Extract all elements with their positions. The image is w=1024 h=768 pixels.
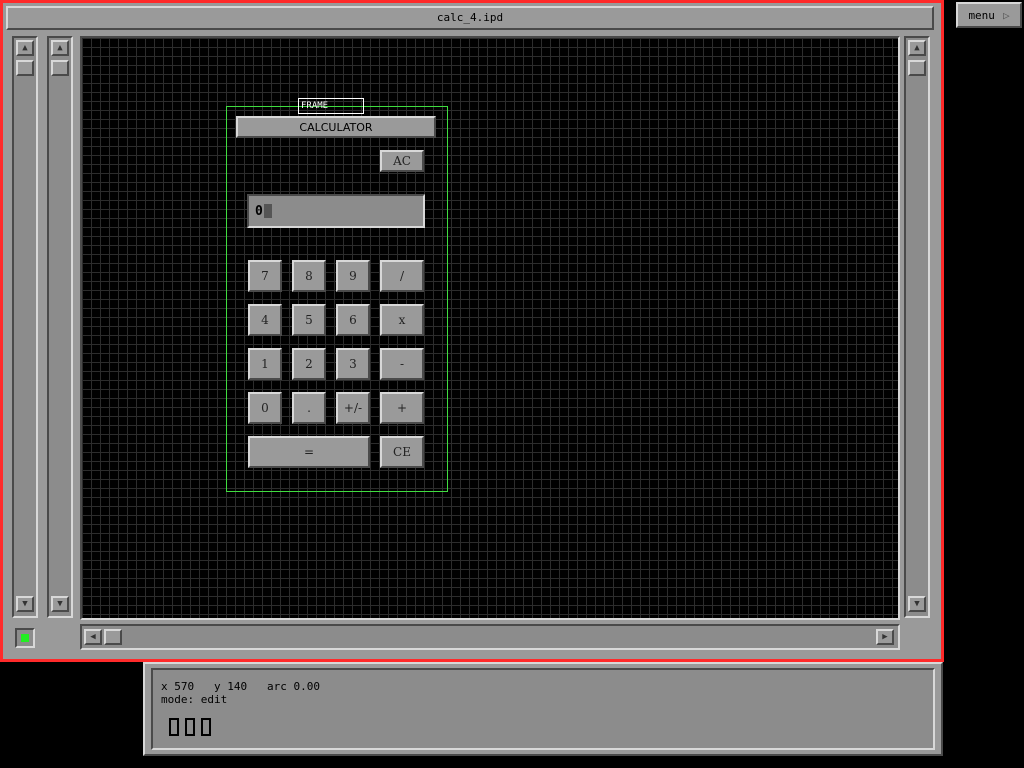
calculator-title-button[interactable]: CALCULATOR	[236, 116, 436, 138]
drawing-canvas[interactable]: FRAME CALCULATOR AC 0 7 8 9 / 4 5 6 x 1 …	[80, 36, 900, 620]
scroll-up-arrow-icon[interactable]: ▲	[908, 40, 926, 56]
key-plus-minus[interactable]: +/-	[336, 392, 370, 424]
coordinate-readout: x 570 y 140 arc 0.00	[161, 680, 320, 693]
key-5[interactable]: 5	[292, 304, 326, 336]
info-panel: x 570 y 140 arc 0.00 mode: edit	[143, 662, 943, 756]
info-panel-inner: x 570 y 140 arc 0.00 mode: edit	[151, 668, 935, 750]
scroll-thumb[interactable]	[908, 60, 926, 76]
window-title: calc_4.ipd	[436, 11, 504, 24]
key-4[interactable]: 4	[248, 304, 282, 336]
scroll-down-arrow-icon[interactable]: ▼	[16, 596, 34, 612]
title-bar[interactable]: calc_4.ipd	[6, 6, 934, 30]
calculator-display[interactable]: 0	[247, 194, 425, 228]
slot-2[interactable]	[185, 718, 195, 736]
triangle-right-icon: ▷	[1002, 8, 1010, 22]
menu-button[interactable]: menu ▷	[956, 2, 1022, 28]
arc-value: arc 0.00	[267, 680, 320, 693]
right-vertical-scrollbar[interactable]: ▲ ▼	[904, 36, 930, 618]
scroll-left-arrow-icon[interactable]: ◀	[84, 629, 102, 645]
key-0[interactable]: 0	[248, 392, 282, 424]
scroll-down-arrow-icon[interactable]: ▼	[908, 596, 926, 612]
frame-label[interactable]: FRAME	[298, 98, 364, 114]
key-2[interactable]: 2	[292, 348, 326, 380]
key-7[interactable]: 7	[248, 260, 282, 292]
scroll-down-arrow-icon[interactable]: ▼	[51, 596, 69, 612]
scroll-thumb[interactable]	[51, 60, 69, 76]
slot-1[interactable]	[169, 718, 179, 736]
key-decimal[interactable]: .	[292, 392, 326, 424]
slot-3[interactable]	[201, 718, 211, 736]
scroll-up-arrow-icon[interactable]: ▲	[16, 40, 34, 56]
key-add[interactable]: +	[380, 392, 424, 424]
key-multiply[interactable]: x	[380, 304, 424, 336]
left-vertical-scrollbar-1[interactable]: ▲ ▼	[12, 36, 38, 618]
menu-label: menu	[968, 8, 995, 22]
scroll-right-arrow-icon[interactable]: ▶	[876, 629, 894, 645]
key-subtract[interactable]: -	[380, 348, 424, 380]
key-8[interactable]: 8	[292, 260, 326, 292]
x-coordinate: x 570	[161, 680, 195, 693]
status-led-icon	[21, 634, 29, 642]
key-1[interactable]: 1	[248, 348, 282, 380]
mode-indicator: mode: edit	[161, 693, 228, 706]
display-value: 0	[255, 203, 263, 219]
clear-all-button[interactable]: AC	[380, 150, 424, 172]
scroll-thumb[interactable]	[104, 629, 122, 645]
key-clear-entry[interactable]: CE	[380, 436, 424, 468]
key-6[interactable]: 6	[336, 304, 370, 336]
key-3[interactable]: 3	[336, 348, 370, 380]
key-9[interactable]: 9	[336, 260, 370, 292]
key-equals[interactable]: =	[248, 436, 370, 468]
key-divide[interactable]: /	[380, 260, 424, 292]
horizontal-scrollbar[interactable]: ◀ ▶	[80, 624, 900, 650]
status-indicator	[15, 628, 35, 648]
text-cursor	[263, 204, 272, 218]
left-vertical-scrollbar-2[interactable]: ▲ ▼	[47, 36, 73, 618]
scroll-up-arrow-icon[interactable]: ▲	[51, 40, 69, 56]
scroll-thumb[interactable]	[16, 60, 34, 76]
y-coordinate: y 140	[214, 680, 248, 693]
